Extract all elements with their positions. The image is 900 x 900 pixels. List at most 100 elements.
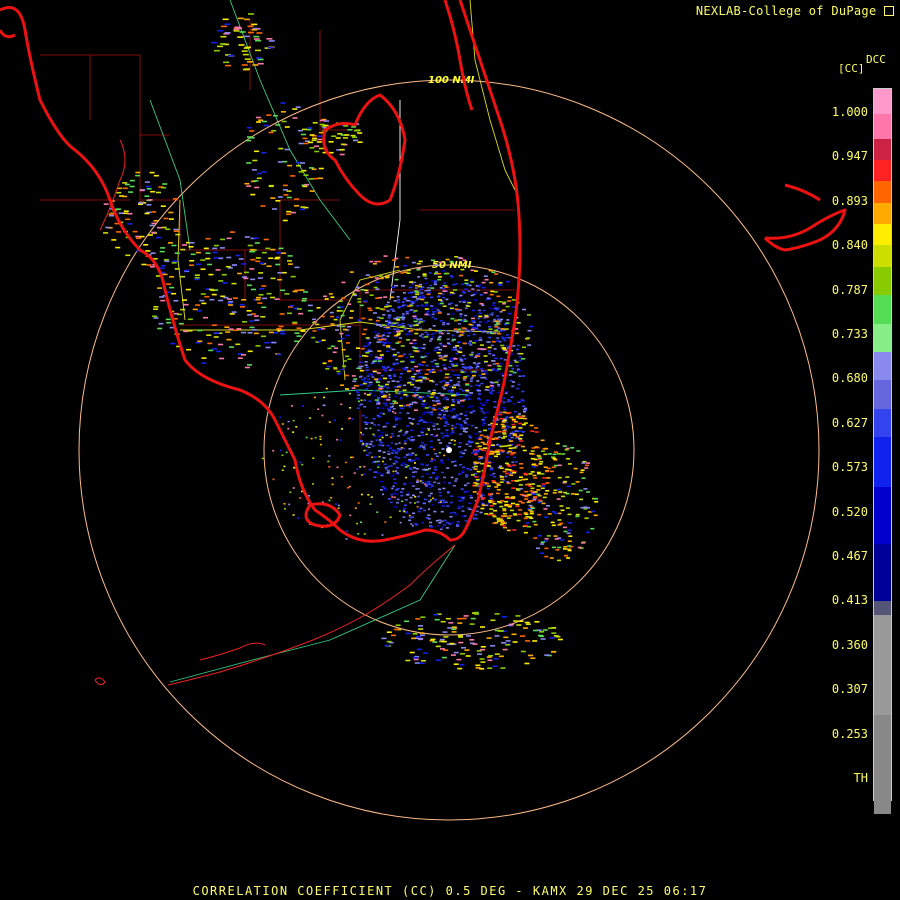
radar-echo-gate [317, 408, 320, 410]
radar-echo-gate [450, 476, 454, 479]
radar-echo-gate [278, 247, 284, 250]
radar-echo-gate [529, 490, 534, 492]
radar-echo-gate [449, 501, 453, 504]
radar-echo-gate [338, 300, 343, 303]
radar-echo-gate [419, 283, 422, 286]
radar-echo-gate [361, 378, 366, 381]
radar-echo-gate [299, 461, 301, 464]
radar-echo-gate [473, 468, 478, 470]
radar-echo-gate [490, 444, 495, 446]
radar-echo-gate [387, 470, 391, 472]
radar-echo-gate [491, 368, 495, 370]
radar-echo-gate [459, 257, 464, 260]
radar-echo-gate [515, 437, 519, 439]
radar-echo-gate [367, 307, 372, 310]
radar-echo-gate [443, 636, 449, 638]
radar-echo-gate [518, 430, 522, 432]
radar-echo-gate [392, 400, 397, 402]
radar-echo-gate [194, 278, 200, 281]
radar-echo-gate [457, 384, 461, 387]
radar-echo-gate [487, 350, 491, 352]
radar-echo-gate [450, 276, 454, 279]
radar-echo-gate [186, 348, 192, 351]
radar-echo-gate [323, 396, 326, 399]
radar-echo-gate [544, 538, 549, 540]
radar-echo-gate [435, 659, 441, 662]
radar-echo-gate [480, 646, 486, 648]
radar-echo-gate [575, 513, 580, 516]
radar-echo-gate [241, 331, 246, 334]
radar-echo-gate [476, 355, 481, 357]
radar-echo-gate [497, 365, 502, 368]
radar-echo-gate [461, 510, 465, 512]
radar-echo-gate [117, 187, 123, 190]
radar-echo-gate [481, 504, 486, 507]
radar-echo-gate [413, 466, 416, 469]
radar-echo-gate [358, 361, 363, 364]
radar-echo-gate [379, 354, 384, 356]
radar-echo-gate [401, 500, 404, 503]
radar-echo-gate [492, 665, 498, 667]
radar-echo-gate [453, 443, 456, 446]
radar-echo-gate [445, 381, 450, 384]
radar-echo-gate [291, 405, 293, 407]
radar-echo-gate [358, 365, 362, 368]
radar-echo-gate [450, 404, 455, 406]
radar-echo-gate [397, 299, 400, 301]
radar-echo-gate [461, 363, 465, 365]
radar-echo-gate [195, 304, 201, 306]
radar-echo-gate [494, 613, 500, 615]
radar-echo-gate [372, 312, 377, 314]
radar-echo-gate [465, 427, 469, 430]
radar-echo-gate [426, 287, 430, 289]
radar-echo-gate [512, 529, 517, 531]
radar-echo-gate [470, 405, 474, 407]
radar-echo-gate [405, 366, 409, 369]
radar-echo-gate [506, 319, 510, 321]
radar-echo-gate [393, 496, 396, 499]
radar-echo-gate [373, 286, 378, 289]
radar-echo-gate [457, 323, 461, 325]
radar-echo-gate [483, 481, 488, 484]
radar-echo-gate [394, 443, 398, 445]
radar-echo-gate [500, 522, 505, 524]
radar-echo-gate [290, 175, 296, 177]
radar-echo-gate [382, 460, 384, 463]
radar-echo-gate [479, 658, 485, 660]
radar-echo-gate [386, 631, 392, 633]
radar-echo-gate [264, 341, 270, 344]
radar-echo-gate [584, 467, 589, 469]
radar-echo-gate [366, 394, 371, 396]
radar-echo-gate [402, 367, 406, 369]
radar-echo-gate [429, 476, 433, 479]
radar-echo-gate [426, 310, 430, 313]
color-scale-segment [874, 245, 891, 267]
radar-echo-gate [266, 292, 272, 295]
radar-echo-gate [200, 259, 206, 261]
radar-echo-gate [482, 348, 487, 350]
radar-echo-gate [552, 457, 557, 460]
radar-echo-gate [300, 162, 305, 164]
radar-echo-gate [367, 494, 370, 496]
radar-echo-gate [530, 457, 535, 460]
radar-echo-gate [518, 422, 523, 425]
radar-echo-gate [278, 325, 284, 328]
radar-echo-gate [323, 124, 329, 127]
radar-echo-gate [506, 517, 511, 519]
radar-echo-gate [515, 348, 519, 351]
radar-echo-gate [376, 400, 380, 403]
radar-echo-gate [285, 451, 288, 454]
radar-echo-gate [275, 124, 281, 126]
radar-echo-gate [281, 423, 284, 425]
radar-echo-gate [483, 355, 488, 357]
radar-echo-gate [496, 318, 500, 321]
radar-echo-gate [387, 381, 391, 383]
radar-echo-gate [392, 470, 395, 473]
radar-echo-gate [417, 276, 421, 278]
radar-echo-gate [490, 312, 494, 314]
color-scale-segment [874, 113, 891, 139]
radar-echo-gate [500, 423, 505, 426]
radar-echo-gate [484, 321, 488, 323]
radar-echo-gate [420, 463, 424, 465]
radar-echo-gate [391, 452, 394, 454]
